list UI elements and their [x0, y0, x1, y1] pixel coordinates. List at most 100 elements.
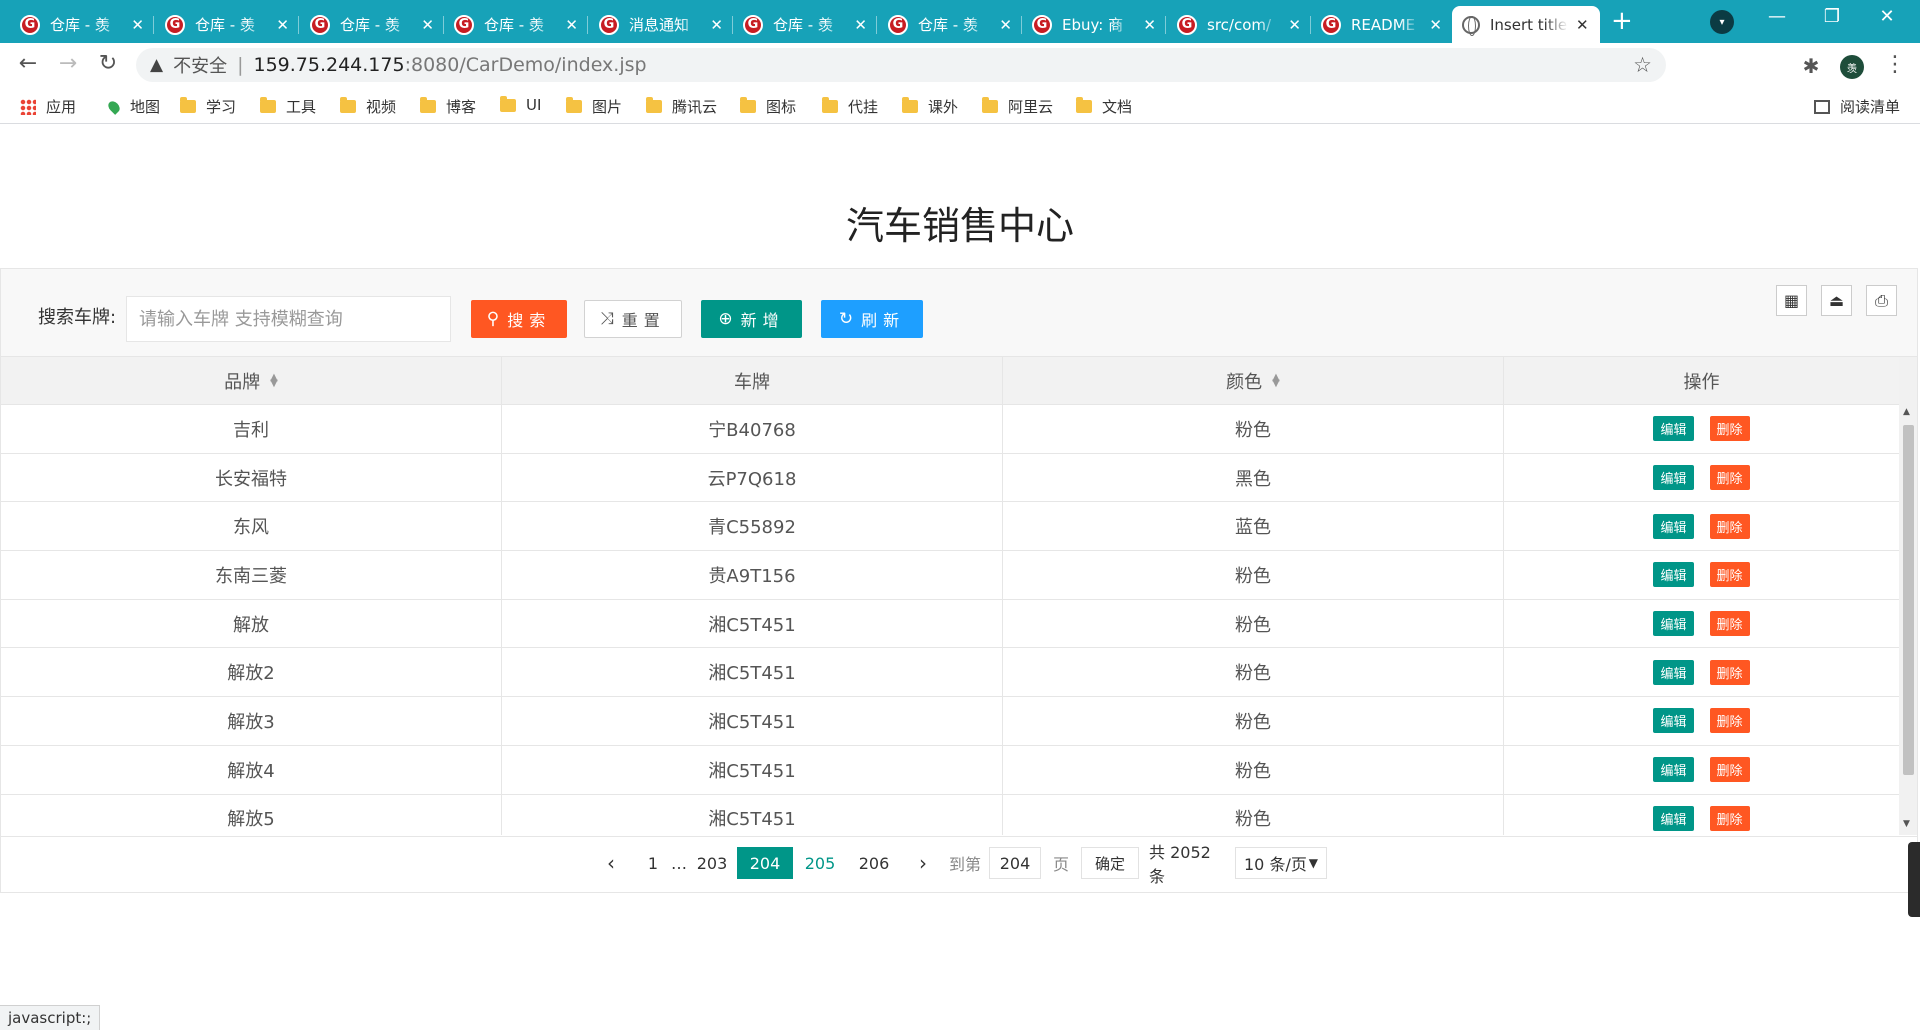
close-icon[interactable]: ✕	[421, 16, 434, 34]
close-window-button[interactable]: ✕	[1867, 6, 1907, 27]
columns-filter-icon[interactable]: ▦	[1776, 285, 1807, 316]
close-icon[interactable]: ✕	[710, 16, 723, 34]
extension-c-icon[interactable]: C	[1682, 55, 1704, 77]
close-icon[interactable]: ✕	[1576, 16, 1589, 34]
bookmark-item[interactable]: 代挂	[822, 96, 878, 117]
plate-search-input[interactable]	[126, 296, 451, 342]
browser-tab[interactable]: G 仓库 - 羡 ✕	[444, 6, 588, 43]
page-next-number[interactable]: 205	[801, 847, 839, 879]
scrollbar-thumb[interactable]	[1903, 425, 1914, 775]
close-icon[interactable]: ✕	[131, 16, 144, 34]
bookmark-item[interactable]: 工具	[260, 96, 316, 117]
bookmark-item[interactable]: 阿里云	[982, 96, 1053, 117]
edit-button[interactable]: 编辑	[1653, 708, 1694, 734]
delete-button[interactable]: 删除	[1709, 611, 1750, 637]
delete-button[interactable]: 删除	[1709, 562, 1750, 588]
reset-button[interactable]: ⤨ 重置	[584, 300, 682, 338]
address-bar[interactable]: ▲ 不安全 | 159.75.244.175 :8080/CarDemo/ind…	[136, 48, 1666, 82]
edit-button[interactable]: 编辑	[1653, 513, 1694, 539]
puzzle-icon[interactable]: ✱	[1800, 54, 1822, 78]
delete-button[interactable]: 删除	[1709, 708, 1750, 734]
browser-tab[interactable]: G 仓库 - 羡 ✕	[155, 6, 299, 43]
page-next-number-2[interactable]: 206	[855, 847, 893, 879]
table-scrollbar[interactable]: ▲ ▼	[1899, 357, 1917, 835]
browser-tab[interactable]: G 消息通知 ✕	[589, 6, 733, 43]
goto-confirm-button[interactable]: 确定	[1081, 847, 1139, 879]
browser-tab[interactable]: G Ebuy: 商 ✕	[1022, 6, 1166, 43]
column-header-brand[interactable]: 品牌 ▲ ▼	[1, 357, 502, 405]
next-page-icon[interactable]: ›	[911, 847, 935, 879]
print-icon[interactable]: ⎙	[1866, 285, 1897, 316]
side-drawer-handle[interactable]	[1908, 842, 1920, 917]
delete-button[interactable]: 删除	[1709, 659, 1750, 685]
bookmark-item[interactable]: 地图	[106, 96, 160, 117]
delete-button[interactable]: 删除	[1709, 416, 1750, 442]
close-icon[interactable]: ✕	[1143, 16, 1156, 34]
new-tab-button[interactable]: +	[1611, 8, 1633, 34]
edit-button[interactable]: 编辑	[1653, 805, 1694, 831]
edit-button[interactable]: 编辑	[1653, 757, 1694, 783]
minimize-button[interactable]: —	[1757, 6, 1797, 27]
page-prev-number[interactable]: 203	[695, 847, 729, 879]
goto-page-input[interactable]: 204	[989, 847, 1041, 879]
page-first[interactable]: 1	[645, 847, 661, 879]
column-header-color[interactable]: 颜色 ▲ ▼	[1003, 357, 1504, 405]
edit-button[interactable]: 编辑	[1653, 416, 1694, 442]
scroll-down-icon[interactable]: ▼	[1903, 819, 1910, 829]
bookmark-star-icon[interactable]: ☆	[1633, 53, 1652, 77]
gitee-icon: G	[743, 14, 763, 35]
bookmark-item[interactable]: 博客	[420, 96, 476, 117]
delete-button[interactable]: 删除	[1709, 757, 1750, 783]
bookmark-label: UI	[526, 96, 542, 114]
forward-icon[interactable]: →	[54, 53, 82, 75]
reading-list[interactable]: 阅读清单	[1814, 96, 1900, 117]
delete-button[interactable]: 删除	[1709, 465, 1750, 491]
close-icon[interactable]: ✕	[999, 16, 1012, 34]
extension-json-icon[interactable]: {}	[1760, 55, 1782, 77]
prev-page-icon[interactable]: ‹	[599, 847, 623, 879]
bookmark-item[interactable]: UI	[500, 95, 542, 114]
browser-tab[interactable]: G 仓库 - 羡 ✕	[300, 6, 444, 43]
search-button[interactable]: ⚲ 搜索	[471, 300, 567, 338]
bookmark-item[interactable]: 图片	[566, 96, 622, 117]
page-size-select[interactable]: 10 条/页 ▼	[1235, 847, 1327, 879]
delete-button[interactable]: 删除	[1709, 513, 1750, 539]
close-icon[interactable]: ✕	[854, 16, 867, 34]
avatar[interactable]: 羡	[1840, 55, 1864, 79]
bookmark-item[interactable]: 腾讯云	[646, 96, 717, 117]
delete-button[interactable]: 删除	[1709, 805, 1750, 831]
scroll-up-icon[interactable]: ▲	[1903, 407, 1910, 417]
reload-icon[interactable]: ↻	[94, 53, 122, 75]
browser-tab[interactable]: G README ✕	[1311, 6, 1452, 43]
edit-button[interactable]: 编辑	[1653, 659, 1694, 685]
close-icon[interactable]: ✕	[1429, 16, 1442, 34]
sort-icon[interactable]: ▲ ▼	[270, 373, 278, 389]
edit-button[interactable]: 编辑	[1653, 562, 1694, 588]
extension-ia-icon[interactable]: IA	[1720, 55, 1742, 77]
more-menu-icon[interactable]: ⋮	[1884, 52, 1906, 77]
table-row: 吉利 宁B40768 粉色 编辑 删除	[1, 405, 1899, 454]
back-icon[interactable]: ←	[14, 53, 42, 75]
bookmark-item[interactable]: 应用	[20, 96, 76, 117]
edit-button[interactable]: 编辑	[1653, 465, 1694, 491]
bookmark-item[interactable]: 文档	[1076, 96, 1132, 117]
browser-tab[interactable]: Gsrc/com/ ✕	[1167, 6, 1311, 43]
bookmark-item[interactable]: 图标	[740, 96, 796, 117]
browser-tab[interactable]: G 仓库 - 羡 ✕	[733, 6, 877, 43]
tab-search-icon[interactable]: ▾	[1710, 10, 1734, 34]
close-icon[interactable]: ✕	[276, 16, 289, 34]
bookmark-item[interactable]: 课外	[902, 96, 958, 117]
close-icon[interactable]: ✕	[565, 16, 578, 34]
refresh-button[interactable]: ↻ 刷新	[821, 300, 923, 338]
restore-button[interactable]: ❐	[1812, 6, 1852, 27]
add-button[interactable]: ⊕ 新增	[701, 300, 802, 338]
browser-tab[interactable]: G 仓库 - 羡 ✕	[878, 6, 1022, 43]
browser-tab[interactable]: Insert title ✕	[1452, 6, 1600, 43]
edit-button[interactable]: 编辑	[1653, 611, 1694, 637]
export-icon[interactable]: ⏏	[1821, 285, 1852, 316]
sort-icon[interactable]: ▲ ▼	[1272, 373, 1280, 389]
bookmark-item[interactable]: 学习	[180, 96, 236, 117]
close-icon[interactable]: ✕	[1288, 16, 1301, 34]
bookmark-item[interactable]: 视频	[340, 96, 396, 117]
browser-tab[interactable]: G 仓库 - 羡 ✕	[10, 6, 154, 43]
